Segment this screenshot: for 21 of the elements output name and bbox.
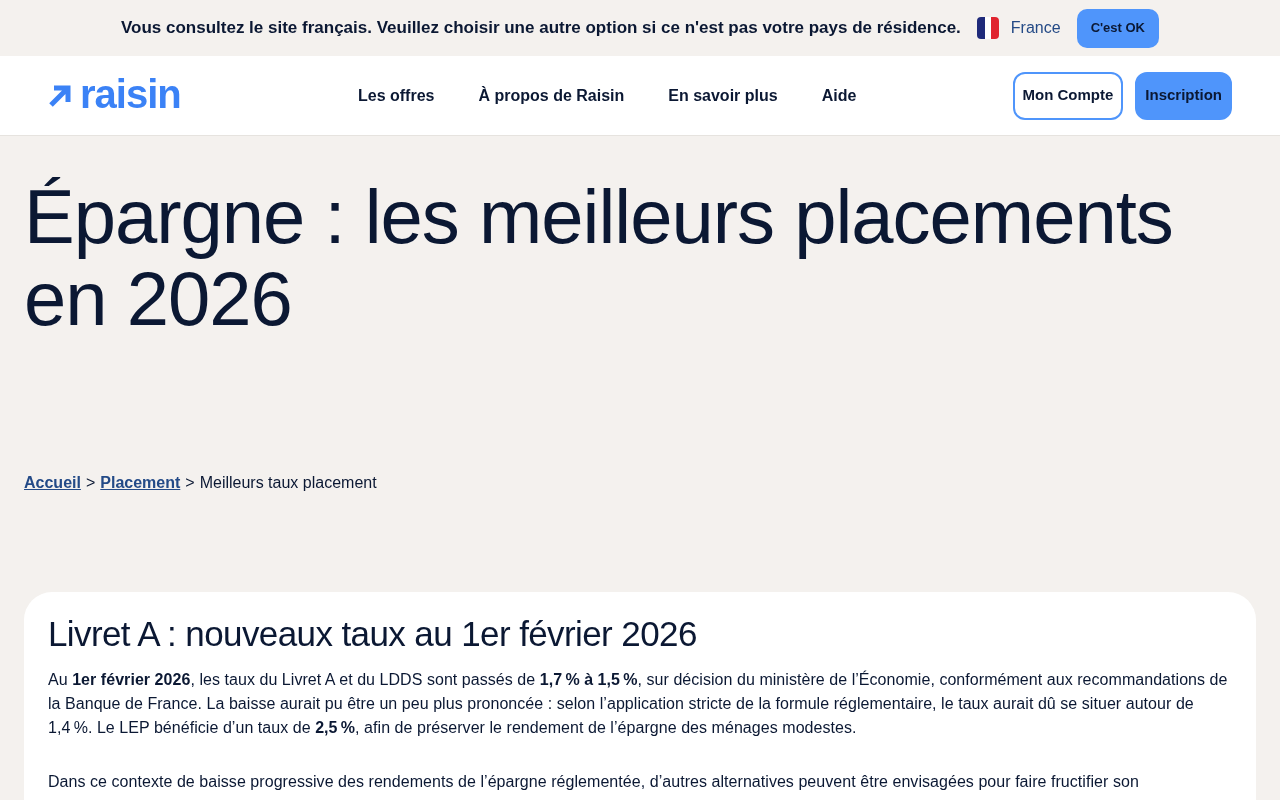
breadcrumb-separator: >	[85, 473, 96, 493]
country-notice: Vous consultez le site français. Veuillez choisir une autre option si ce n'est pas votre pays de résidence.	[120, 17, 961, 40]
breadcrumb-link[interactable]: Placement	[100, 471, 181, 495]
confirm-button[interactable]: C'est OK	[1076, 8, 1159, 48]
article-paragraph: Au 1er février 2026, les taux du Livret A et du LDDS sont passés de 1,7 % à 1,5 %, sur décision du ministère de l’Économie, conformément aux recommandations de la Banque de France. La baisse aurait pu être un peu plus prononcée : selon l’application stricte de la formule réglementaire, le taux aurait dû se situer autour de 1,4 %. Le LEP bénéficie d’un taux de 2,5 %, afin de préserver le rendement de l’épargne des ménages modestes.	[48, 669, 1229, 738]
flag-icon	[976, 17, 999, 39]
page-title: Épargne : les meilleurs placements en 2026	[24, 176, 1174, 343]
breadcrumb-separator: >	[185, 473, 195, 493]
nav-link[interactable]: Aide	[821, 83, 857, 108]
nav-link[interactable]: À propos de Raisin	[478, 83, 625, 108]
nav-link[interactable]: Les offres	[358, 83, 435, 108]
signup-button[interactable]: Inscription	[1135, 71, 1232, 120]
breadcrumb-link[interactable]: Accueil	[24, 471, 81, 495]
arrow-icon	[48, 83, 72, 108]
nav-link[interactable]: En savoir plus	[668, 83, 778, 108]
logo-wordmark[interactable]: raisin	[80, 73, 181, 114]
breadcrumb-current: Meilleurs taux placement	[199, 473, 377, 493]
article-heading: Livret A : nouveaux taux au 1er février 2026	[48, 613, 698, 655]
article-paragraph: Dans ce contexte de baisse progressive des rendements de l’épargne réglementée, d’autres alternatives peuvent être envisagées pour faire fructifier son	[48, 772, 1140, 792]
country-link[interactable]: France	[1010, 16, 1061, 40]
account-button[interactable]: Mon Compte	[1012, 71, 1124, 120]
